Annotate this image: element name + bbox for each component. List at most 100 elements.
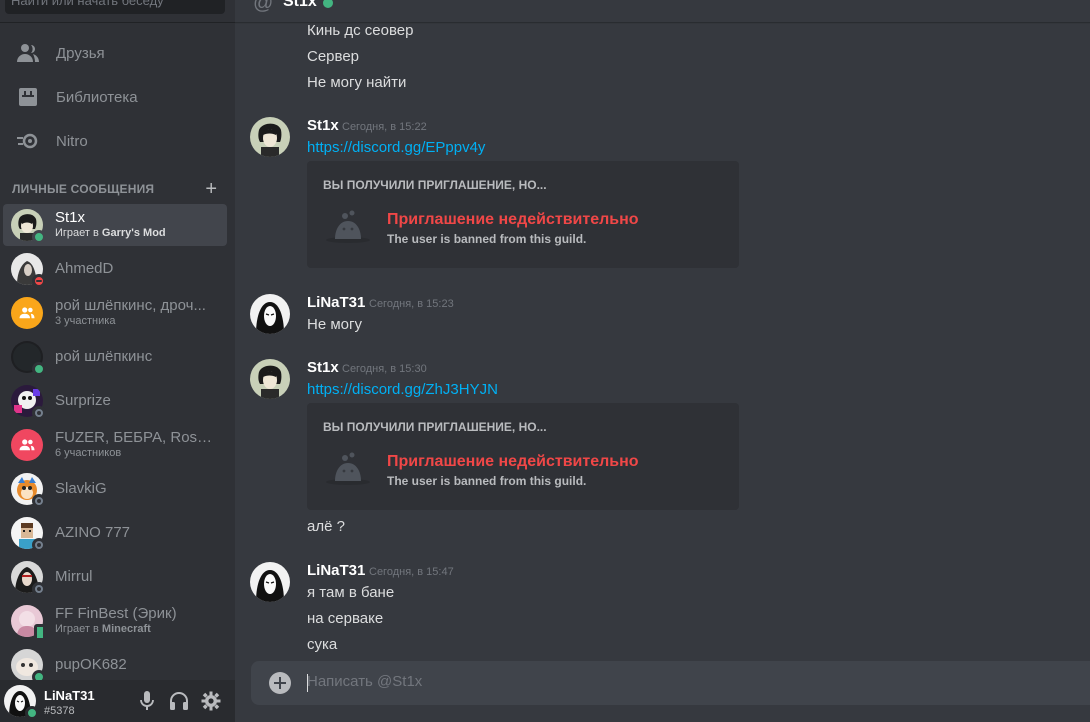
invalid-invite-icon (323, 207, 373, 247)
dm-item-azino[interactable]: AZINO 777 (3, 512, 227, 554)
avatar (11, 209, 46, 244)
message-timestamp: Сегодня, в 15:47 (369, 566, 454, 578)
status-offline-icon (32, 582, 46, 596)
nav-library-label: Библиотека (56, 88, 138, 106)
dm-item-ahmedd[interactable]: AhmedD (3, 248, 227, 290)
invite-error-description: The user is banned from this guild. (387, 232, 587, 246)
dm-activity: Играет в Minecraft (55, 623, 151, 635)
channel-name: St1x (283, 0, 317, 10)
message-avatar[interactable] (250, 294, 290, 334)
status-online-icon (25, 706, 39, 720)
message-text: сука (307, 636, 338, 653)
microphone-icon[interactable] (136, 690, 158, 712)
status-online-icon (32, 230, 46, 244)
status-offline-icon (32, 494, 46, 508)
avatar (11, 473, 46, 508)
dm-name: SlavkiG (55, 480, 107, 497)
group-icon (19, 307, 35, 319)
chat-area: @ St1x Кинь дс сеовер Сервер Не могу най… (235, 0, 1090, 722)
message-input[interactable]: Написать @St1x (307, 673, 422, 690)
search-input[interactable]: Найти или начать беседу (5, 0, 225, 14)
message-timestamp: Сегодня, в 15:30 (342, 363, 427, 375)
dm-name: AZINO 777 (55, 524, 131, 541)
user-avatar[interactable] (4, 685, 39, 720)
message-author[interactable]: LiNaT31 (307, 294, 365, 311)
nav-library[interactable]: Библиотека (8, 77, 227, 117)
message-avatar[interactable] (250, 562, 290, 602)
dm-item-st1x[interactable]: St1x Играет в Garry's Mod (3, 204, 227, 246)
chat-header: @ St1x (235, 0, 1090, 22)
invalid-invite-icon (323, 449, 373, 489)
dm-activity: Играет в Garry's Mod (55, 227, 166, 239)
message-timestamp: Сегодня, в 15:23 (369, 298, 454, 310)
headphones-icon[interactable] (168, 690, 190, 712)
invite-error-description: The user is banned from this guild. (387, 474, 587, 488)
dm-name: FF FinBest (Эрик) (55, 605, 177, 622)
create-dm-plus-icon[interactable]: + (205, 179, 217, 199)
friends-icon (16, 41, 40, 65)
invite-error-title: Приглашение недействительно (387, 453, 639, 470)
dm-item-group-fuzer[interactable]: FUZER, БЕБРА, Rosti... 6 участников (3, 424, 227, 466)
dm-item-surprize[interactable]: Surprize (3, 380, 227, 422)
dm-section-title: ЛИЧНЫЕ СООБЩЕНИЯ (12, 182, 155, 196)
dm-name: St1x (55, 209, 86, 226)
dm-name: FUZER, БЕБРА, Rosti... (55, 429, 215, 446)
invite-embed: ВЫ ПОЛУЧИЛИ ПРИГЛАШЕНИЕ, НО... Приглашен… (307, 403, 739, 510)
dm-name: Mirrul (55, 568, 93, 585)
avatar (11, 341, 46, 376)
dm-member-count: 3 участника (55, 315, 116, 327)
dm-name: рой шлёпкинс, дроч... (55, 297, 206, 314)
avatar (11, 385, 46, 420)
message-author[interactable]: St1x (307, 117, 339, 134)
group-avatar (11, 429, 43, 461)
message-text: алё ? (307, 518, 345, 535)
message-text: Не могу (307, 316, 362, 333)
group-avatar (11, 297, 43, 329)
status-online-icon (323, 0, 333, 8)
dm-item-group-roy[interactable]: рой шлёпкинс, дроч... 3 участника (3, 292, 227, 334)
dm-item-roy[interactable]: рой шлёпкинс (3, 336, 227, 378)
dm-name: рой шлёпкинс (55, 348, 153, 365)
message-author[interactable]: LiNaT31 (307, 562, 365, 579)
message-timestamp: Сегодня, в 15:22 (342, 121, 427, 133)
dm-item-finbest[interactable]: FF FinBest (Эрик) Играет в Minecraft (3, 600, 227, 642)
message-text: Сервер (307, 48, 360, 65)
invite-error-title: Приглашение недействительно (387, 211, 639, 228)
avatar (11, 253, 46, 288)
divider (0, 22, 235, 23)
sidebar: Найти или начать беседу Друзья Библиотек… (0, 0, 235, 722)
invite-link[interactable]: https://discord.gg/EPppv4y (307, 139, 485, 156)
message-composer[interactable]: Написать @St1x (251, 661, 1090, 705)
user-panel: LiNaT31 #5378 (0, 680, 235, 722)
group-icon (19, 439, 35, 451)
avatar (11, 561, 46, 596)
avatar (11, 649, 46, 684)
message-text: Кинь дс сеовер (307, 22, 414, 39)
status-dnd-icon (32, 274, 46, 288)
message-text: на серваке (307, 610, 384, 627)
discord-window: Найти или начать беседу Друзья Библиотек… (0, 0, 1090, 722)
status-offline-icon (32, 538, 46, 552)
invite-link[interactable]: https://discord.gg/ZhJ3HYJN (307, 381, 498, 398)
upload-plus-icon[interactable] (269, 672, 291, 694)
dm-item-slavkig[interactable]: SlavkiG (3, 468, 227, 510)
nav-nitro-label: Nitro (56, 132, 88, 150)
status-mobile-icon (34, 624, 46, 641)
at-icon: @ (253, 0, 274, 14)
dm-name: pupOK682 (55, 656, 127, 673)
dm-name: AhmedD (55, 260, 114, 277)
dm-name: Surprize (55, 392, 111, 409)
avatar (11, 517, 46, 552)
settings-gear-icon[interactable] (200, 690, 222, 712)
invite-heading: ВЫ ПОЛУЧИЛИ ПРИГЛАШЕНИЕ, НО... (323, 178, 547, 192)
avatar (11, 605, 46, 641)
dm-item-mirrul[interactable]: Mirrul (3, 556, 227, 598)
nav-friends[interactable]: Друзья (8, 33, 227, 73)
message-avatar[interactable] (250, 359, 290, 399)
library-icon (16, 85, 40, 109)
user-tag: #5378 (44, 705, 75, 717)
message-author[interactable]: St1x (307, 359, 339, 376)
status-online-icon (32, 362, 46, 376)
message-avatar[interactable] (250, 117, 290, 157)
nav-nitro[interactable]: Nitro (8, 121, 227, 161)
